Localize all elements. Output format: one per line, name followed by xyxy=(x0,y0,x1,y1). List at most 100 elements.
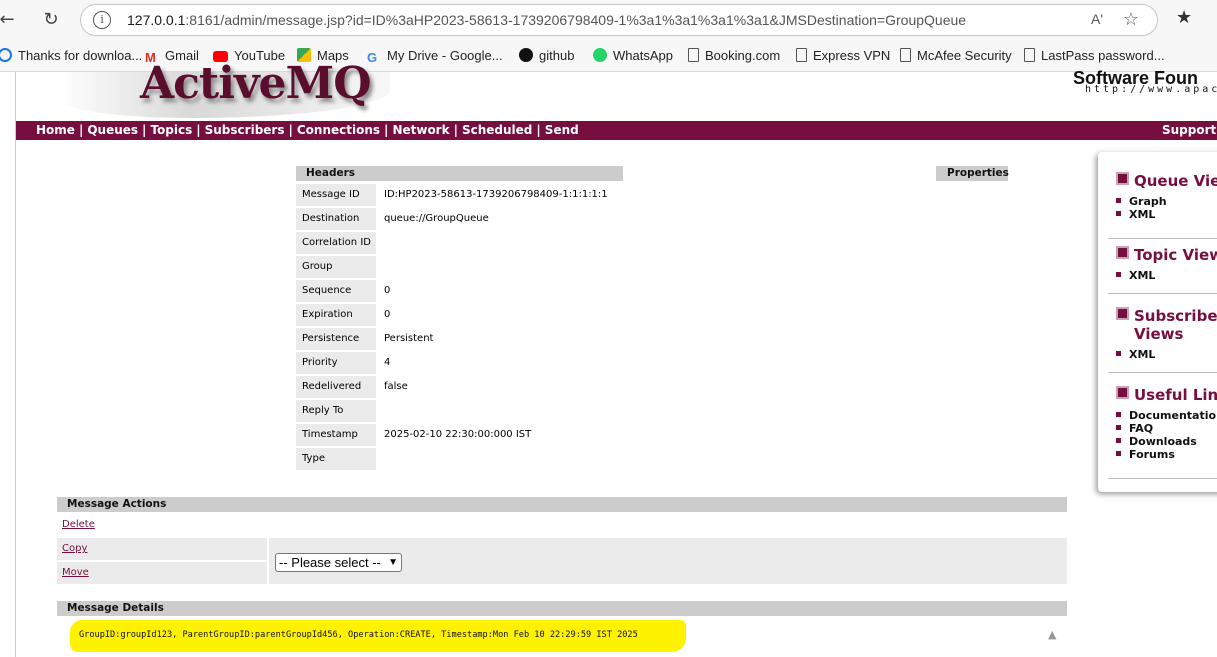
bookmark-label: Booking.com xyxy=(705,48,781,63)
url-path: :8161/admin/message.jsp?id=ID%3aHP2023-5… xyxy=(185,12,967,28)
address-bar[interactable]: i 127.0.0.1:8161/admin/message.jsp?id=ID… xyxy=(80,4,1158,36)
side-link-text: Graph xyxy=(1129,195,1167,208)
move-link[interactable]: Move xyxy=(62,567,89,578)
copy-cell xyxy=(57,538,267,560)
bookmark-label: github xyxy=(539,48,575,63)
page-icon xyxy=(900,48,911,62)
bookmark-github[interactable]: github xyxy=(519,48,574,63)
bookmark-label: WhatsApp xyxy=(613,48,673,63)
message-actions-title: Message Actions xyxy=(57,497,1067,512)
side-link-graph[interactable]: Graph xyxy=(1116,195,1217,208)
bookmark-lastpass[interactable]: LastPass password... xyxy=(1024,48,1165,63)
side-section-useful-links: Useful Lin Documentatio FAQ Downloads Fo… xyxy=(1116,386,1217,461)
bookmark-drive[interactable]: G My Drive - Google... xyxy=(367,48,503,65)
delete-link[interactable]: Delete xyxy=(62,519,95,530)
favorites-icon[interactable]: ★ xyxy=(1176,7,1192,28)
header-value-timestamp: 2025-02-10 22:30:00:000 IST xyxy=(384,429,532,440)
divider xyxy=(1108,478,1217,479)
copy-link[interactable]: Copy xyxy=(62,543,87,554)
header-label-reply-to: Reply To xyxy=(296,400,376,422)
bullet-square-icon xyxy=(1116,172,1129,185)
side-link-text: XML xyxy=(1129,348,1156,361)
header-label-destination: Destination xyxy=(296,208,376,230)
menu-send[interactable]: Send xyxy=(545,123,579,137)
header-label-message-id: Message ID xyxy=(296,184,376,206)
header-value-persistence: Persistent xyxy=(384,333,434,344)
menu-home[interactable]: Home xyxy=(36,123,75,137)
side-title-text-2: Views xyxy=(1134,325,1184,343)
menu-subscribers[interactable]: Subscribers xyxy=(205,123,285,137)
side-link-text: Downloads xyxy=(1129,435,1197,448)
header-label-redelivered: Redelivered xyxy=(296,376,376,398)
whatsapp-icon xyxy=(593,48,607,62)
side-link-subscriber-xml[interactable]: XML xyxy=(1116,348,1217,361)
activemq-page: ActiveMQ Software Foun http://www.apach … xyxy=(0,58,1217,657)
menu-network[interactable]: Network xyxy=(392,123,449,137)
bullet-square-icon xyxy=(1116,386,1129,399)
menu-support[interactable]: Support xyxy=(1162,121,1216,140)
side-title-text: Topic View xyxy=(1134,246,1217,264)
side-link-queue-xml[interactable]: XML xyxy=(1116,208,1217,221)
bullet-icon xyxy=(1116,211,1121,216)
header-value-expiration: 0 xyxy=(384,309,391,320)
reload-icon[interactable]: ↻ xyxy=(38,7,64,33)
side-link-topic-xml[interactable]: XML xyxy=(1116,269,1217,282)
side-section-queue-views: Queue Vie Graph XML xyxy=(1116,172,1217,221)
page-icon xyxy=(688,48,699,62)
bookmark-whatsapp[interactable]: WhatsApp xyxy=(593,48,673,63)
side-link-faq[interactable]: FAQ xyxy=(1116,422,1217,435)
header-label-type: Type xyxy=(296,448,376,470)
destination-select-value: -- Please select -- xyxy=(279,555,381,570)
bookmark-label: Thanks for downloa... xyxy=(18,48,143,63)
menu-queues[interactable]: Queues xyxy=(87,123,138,137)
back-icon[interactable]: ← xyxy=(0,7,20,33)
divider xyxy=(1108,372,1217,373)
header-label-timestamp: Timestamp xyxy=(296,424,376,446)
bookmark-thanks[interactable]: Thanks for downloa... xyxy=(0,48,142,63)
bullet-square-icon xyxy=(1116,246,1129,259)
side-link-documentation[interactable]: Documentatio xyxy=(1116,409,1217,422)
menu-scheduled[interactable]: Scheduled xyxy=(462,123,532,137)
chevron-down-icon: ▼ xyxy=(388,557,398,568)
menu-topics[interactable]: Topics xyxy=(150,123,192,137)
side-title-text: Useful Lin xyxy=(1134,386,1217,404)
favorite-star-icon[interactable]: ☆ xyxy=(1123,9,1139,30)
bookmark-label: LastPass password... xyxy=(1041,48,1165,63)
bullet-icon xyxy=(1116,351,1121,356)
message-body-text: GroupID:groupId123, ParentGroupID:parent… xyxy=(79,630,638,640)
bookmark-label: McAfee Security xyxy=(917,48,1012,63)
header-value-priority: 4 xyxy=(384,357,391,368)
bullet-square-icon xyxy=(1116,307,1129,320)
bullet-icon xyxy=(1116,438,1121,443)
ie-icon xyxy=(0,48,12,62)
main-menu: Home | Queues | Topics | Subscribers | Connectio… xyxy=(16,121,1217,140)
url-host: 127.0.0.1 xyxy=(127,12,186,28)
header-label-expiration: Expiration xyxy=(296,304,376,326)
side-link-text: XML xyxy=(1129,269,1156,282)
bookmark-expressvpn[interactable]: Express VPN xyxy=(796,48,890,63)
side-link-text: XML xyxy=(1129,208,1156,221)
header-value-redelivered: false xyxy=(384,381,408,392)
menu-connections[interactable]: Connections xyxy=(297,123,380,137)
bookmark-label: Express VPN xyxy=(813,48,891,63)
activemq-logo[interactable]: ActiveMQ xyxy=(140,58,372,109)
bookmark-booking[interactable]: Booking.com xyxy=(688,48,780,63)
destination-select[interactable]: -- Please select -- ▼ xyxy=(275,553,402,572)
header-label-group: Group xyxy=(296,256,376,278)
side-title-text: Subscribe xyxy=(1134,307,1217,325)
side-section-title: Topic View xyxy=(1116,246,1217,264)
site-info-icon[interactable]: i xyxy=(93,11,111,29)
bookmark-mcafee[interactable]: McAfee Security xyxy=(900,48,1012,63)
side-section-title: Queue Vie xyxy=(1116,172,1217,190)
scroll-up-icon[interactable]: ▲ xyxy=(1048,628,1056,641)
side-link-forums[interactable]: Forums xyxy=(1116,448,1217,461)
header-label-sequence: Sequence xyxy=(296,280,376,302)
side-link-text: FAQ xyxy=(1129,422,1154,435)
side-section-title: Useful Lin xyxy=(1116,386,1217,404)
url-text[interactable]: 127.0.0.1:8161/admin/message.jsp?id=ID%3… xyxy=(127,12,966,28)
read-aloud-icon[interactable]: Aʹ xyxy=(1091,11,1103,27)
bookmark-label: My Drive - Google... xyxy=(387,48,503,63)
side-panel: Queue Vie Graph XML Topic View XML Subsc… xyxy=(1098,152,1217,492)
side-link-downloads[interactable]: Downloads xyxy=(1116,435,1217,448)
header-value-destination: queue://GroupQueue xyxy=(384,213,489,224)
